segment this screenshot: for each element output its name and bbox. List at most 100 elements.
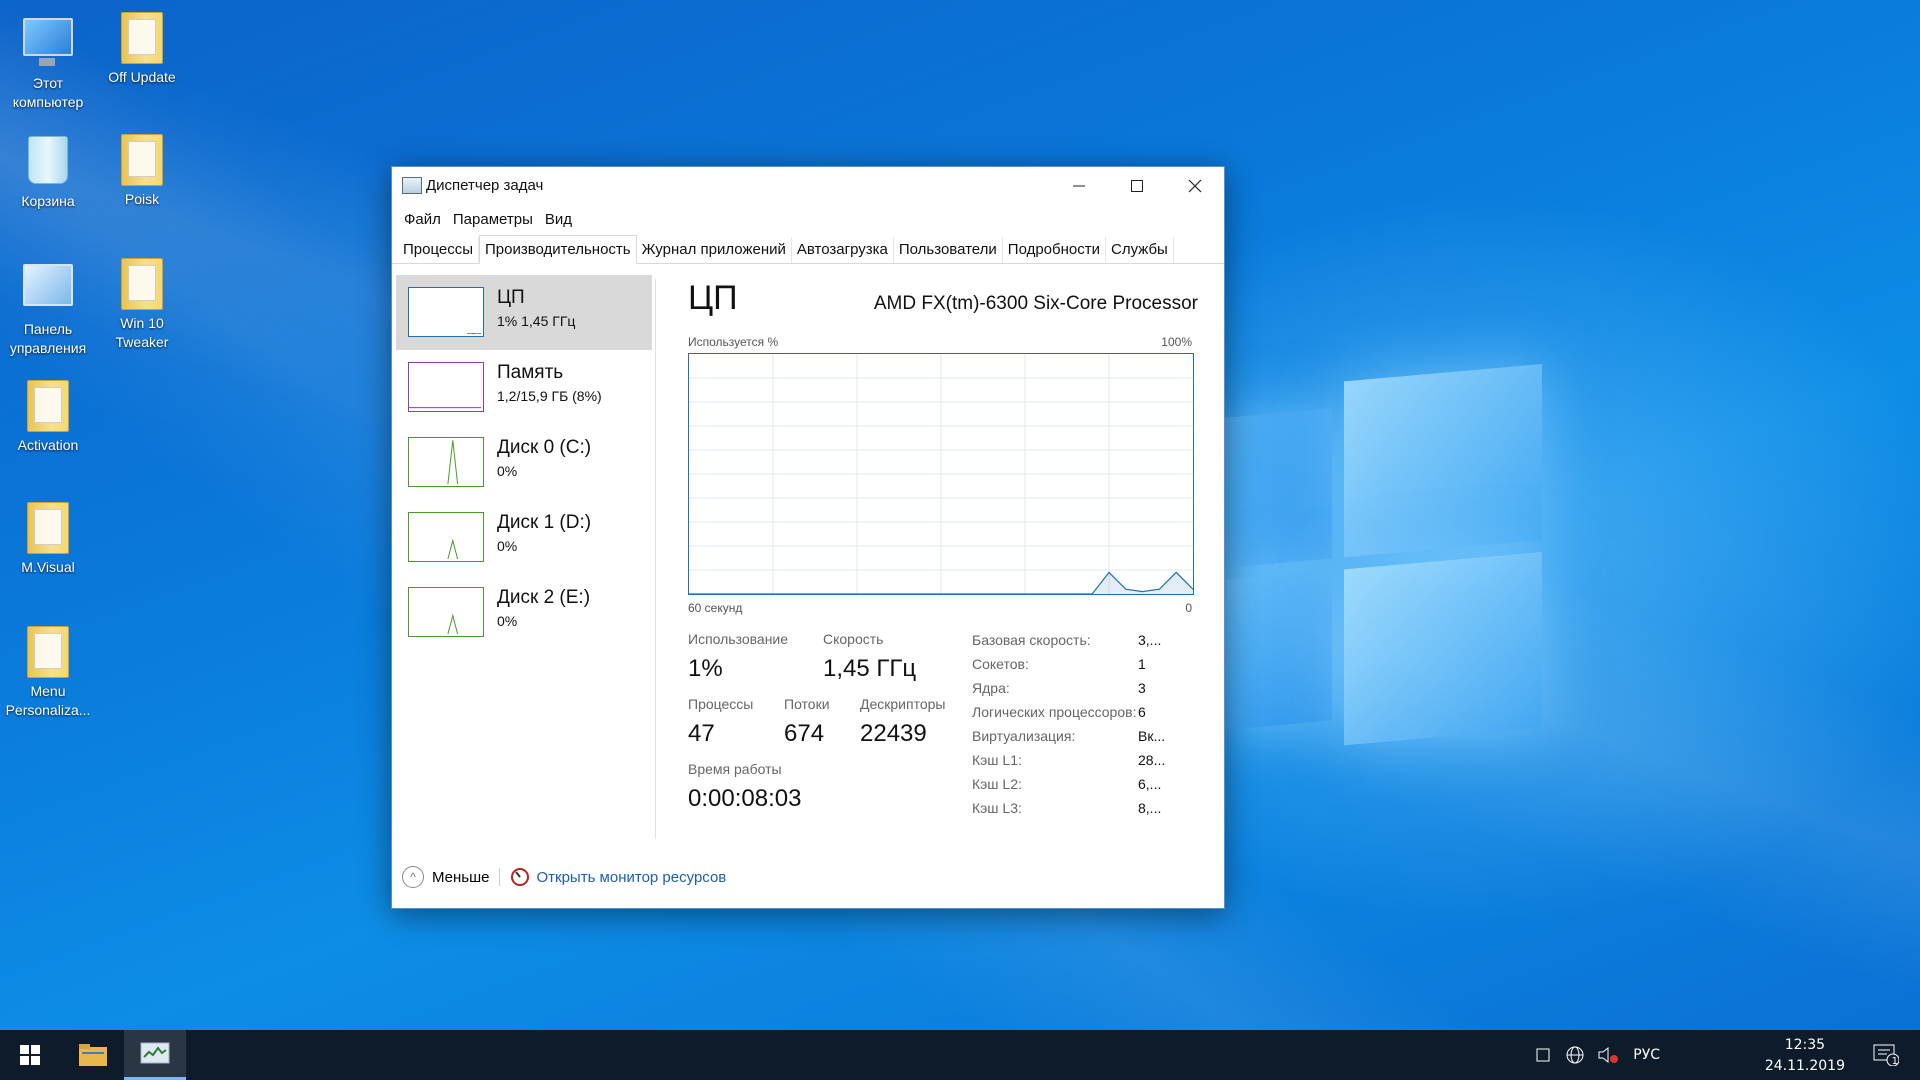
taskbar-task-manager[interactable] [124, 1030, 186, 1080]
network-globe-icon[interactable] [1565, 1045, 1585, 1065]
open-resource-monitor-link[interactable]: Открыть монитор ресурсов [536, 869, 726, 886]
detail-title: ЦП [688, 279, 738, 317]
title-bar[interactable]: Диспетчер задач [392, 167, 1224, 205]
tab-strip: Процессы Производительность Журнал прило… [392, 233, 1224, 264]
uptime-label: Время работы [688, 761, 782, 777]
fewer-details-button[interactable]: Меньше [432, 869, 489, 886]
volume-muted-icon[interactable] [1597, 1045, 1619, 1065]
folder-icon [27, 502, 69, 554]
chart-bottom-left-label: 60 секунд [688, 601, 743, 615]
tab-app-history[interactable]: Журнал приложений [637, 237, 792, 263]
desktop-icon-poisk[interactable]: Poisk [94, 134, 190, 209]
panel-divider [655, 279, 656, 839]
thumbnail-line [447, 440, 459, 485]
spec-cores-value: 3 [1138, 680, 1146, 696]
spec-cores-label: Ядра: [972, 680, 1010, 696]
chart-bottom-right-label: 0 [1185, 601, 1192, 615]
desktop-icon-mvisual[interactable]: M.Visual [0, 502, 96, 577]
tab-users[interactable]: Пользователи [894, 237, 1003, 263]
resource-item-memory[interactable]: Память 1,2/15,9 ГБ (8%) [396, 350, 652, 425]
usage-value: 1% [688, 655, 723, 682]
notification-count: 1 [1891, 1056, 1898, 1067]
desktop-icon-off-update[interactable]: Off Update [94, 12, 190, 87]
windows-start-icon [20, 1045, 40, 1065]
resource-item-cpu[interactable]: ЦП 1% 1,45 ГГц [396, 275, 652, 350]
spec-sockets-label: Сокетов: [972, 656, 1029, 672]
speed-label: Скорость [823, 631, 884, 647]
spec-l1-label: Кэш L1: [972, 752, 1022, 768]
desktop-icon-control-panel[interactable]: Панель управления [0, 258, 96, 358]
thumbnail-line [447, 613, 459, 635]
thumbnail-series-line [447, 538, 459, 560]
minimize-button[interactable] [1050, 167, 1108, 205]
spec-l2-value: 6,... [1138, 776, 1162, 792]
thumbnail-series-line [467, 332, 482, 335]
tab-processes[interactable]: Процессы [398, 237, 480, 263]
cpu-usage-chart-svg [689, 354, 1194, 595]
chart-top-left-label: Используется % [688, 335, 779, 349]
action-center-button[interactable]: 1 [1858, 1030, 1914, 1080]
start-button[interactable] [0, 1030, 60, 1080]
maximize-icon [1131, 180, 1143, 192]
spec-l2-label: Кэш L2: [972, 776, 1022, 792]
resource-item-disk2[interactable]: Диск 2 (E:) 0% [396, 575, 652, 650]
usage-label: Использование [688, 631, 789, 647]
chart-top-right-label: 100% [1161, 335, 1192, 349]
resource-list: ЦП 1% 1,45 ГГц Память 1,2/15,9 ГБ (8%) Д… [396, 275, 652, 845]
taskbar: РУС 12:35 24.11.2019 1 [0, 1030, 1920, 1080]
system-tray: РУС [1535, 1030, 1660, 1080]
spec-l3-value: 8,... [1138, 800, 1162, 816]
threads-value: 674 [784, 720, 825, 747]
tab-services[interactable]: Службы [1106, 237, 1174, 263]
computer-icon [23, 18, 73, 66]
resource-item-disk0[interactable]: Диск 0 (C:) 0% [396, 425, 652, 500]
task-manager-icon [402, 177, 422, 194]
threads-label: Потоки [784, 696, 830, 712]
thumbnail-line [409, 407, 481, 409]
spec-l3-label: Кэш L3: [972, 800, 1022, 816]
folder-icon [121, 12, 163, 64]
cpu-usage-chart [688, 353, 1194, 595]
resource-monitor-icon [511, 868, 530, 886]
close-icon [1188, 179, 1202, 193]
thumbnail-series-line [447, 613, 459, 635]
desktop-icon-menu-personalization[interactable]: Menu Personaliza... [0, 626, 96, 720]
resource-item-disk1[interactable]: Диск 1 (D:) 0% [396, 500, 652, 575]
clock-time: 12:35 [1784, 1037, 1826, 1053]
tray-square-icon[interactable] [1535, 1047, 1551, 1063]
processor-name: AMD FX(tm)-6300 Six-Core Processor [873, 293, 1198, 314]
disk0-thumbnail-graph [408, 437, 484, 487]
cpu-thumbnail-graph [408, 287, 484, 337]
thumbnail-line [467, 332, 482, 335]
window-title: Диспетчер задач [426, 177, 544, 194]
folder-icon [121, 134, 163, 186]
spec-l1-value: 28... [1138, 752, 1166, 768]
tab-startup[interactable]: Автозагрузка [792, 237, 894, 263]
taskbar-file-explorer[interactable] [62, 1030, 124, 1080]
processes-value: 47 [688, 720, 715, 747]
memory-thumbnail-graph [408, 362, 484, 412]
tab-details[interactable]: Подробности [1003, 237, 1106, 263]
menu-file[interactable]: Файл [398, 211, 447, 228]
chevron-up-icon[interactable]: ^ [402, 866, 424, 888]
minimize-icon [1073, 185, 1085, 187]
close-button[interactable] [1166, 167, 1224, 205]
spec-logical-label: Логических процессоров: [972, 704, 1137, 720]
desktop-icon-win10-tweaker[interactable]: Win 10 Tweaker [94, 258, 190, 352]
tab-performance[interactable]: Производительность [479, 235, 637, 264]
file-explorer-icon [79, 1044, 107, 1066]
menu-options[interactable]: Параметры [447, 211, 539, 228]
disk2-thumbnail-graph [408, 587, 484, 637]
menu-view[interactable]: Вид [539, 211, 578, 228]
menu-bar: Файл Параметры Вид [392, 205, 1224, 233]
language-indicator[interactable]: РУС [1633, 1047, 1660, 1063]
desktop-icon-activation[interactable]: Activation [0, 380, 96, 455]
maximize-button[interactable] [1108, 167, 1166, 205]
desktop-icon-this-pc[interactable]: Этот компьютер [0, 12, 96, 112]
clock[interactable]: 12:35 24.11.2019 [1765, 1035, 1845, 1077]
recycle-bin-icon [28, 136, 68, 184]
thumbnail-series-line [447, 440, 459, 485]
folder-icon [27, 626, 69, 678]
control-panel-icon [23, 264, 73, 306]
desktop-icon-recycle-bin[interactable]: Корзина [0, 134, 96, 211]
